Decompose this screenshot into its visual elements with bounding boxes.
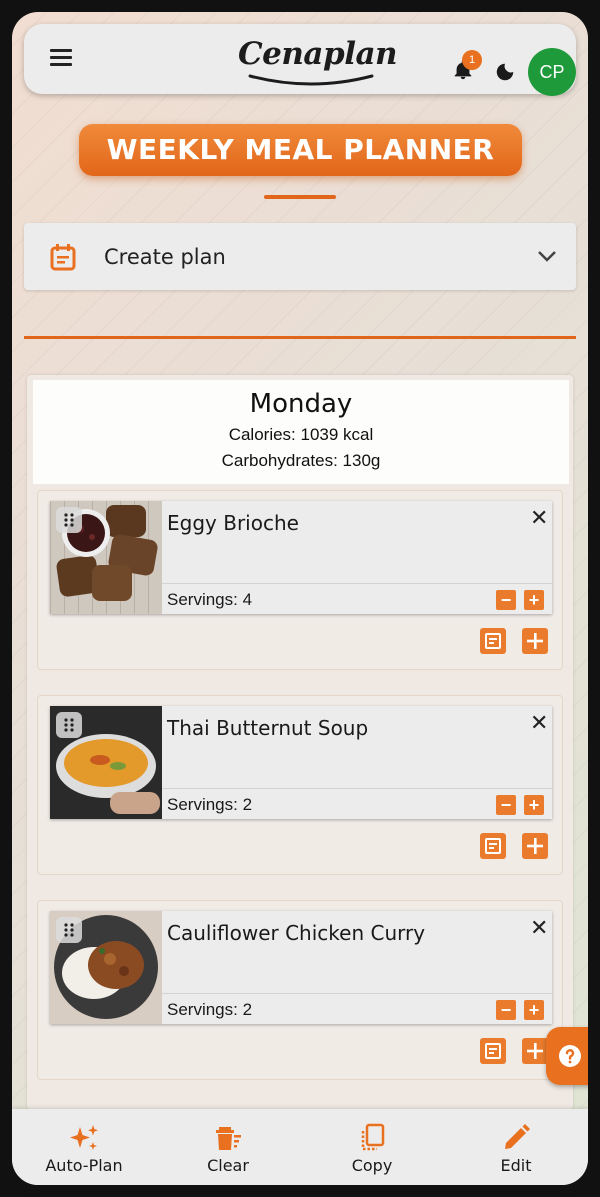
close-icon[interactable]: ✕ xyxy=(530,712,548,734)
day-card-monday: Monday Calories: 1039 kcal Carbohydrates… xyxy=(27,375,573,1110)
copy-icon xyxy=(361,1123,385,1151)
add-meal-button[interactable] xyxy=(522,1038,548,1064)
title-underline xyxy=(264,195,336,199)
meal-card[interactable]: Eggy Brioche ✕ Servings: 4 − + xyxy=(50,501,552,614)
close-icon[interactable]: ✕ xyxy=(530,507,548,529)
note-icon[interactable] xyxy=(480,628,506,654)
trash-icon xyxy=(216,1127,241,1150)
page-title: WEEKLY MEAL PLANNER xyxy=(79,124,522,176)
meal-name[interactable]: Cauliflower Chicken Curry xyxy=(167,921,425,945)
drag-handle-icon[interactable] xyxy=(56,712,82,738)
carbohydrates-stat: Carbohydrates: 130g xyxy=(221,451,381,470)
pencil-icon xyxy=(505,1124,530,1149)
day-header: Monday Calories: 1039 kcal Carbohydrates… xyxy=(33,380,569,484)
servings-label: Servings: 2 xyxy=(167,795,253,814)
logo-swoosh-icon xyxy=(248,74,374,86)
meal-name[interactable]: Eggy Brioche xyxy=(167,511,299,535)
nav-clear[interactable]: Clear xyxy=(156,1109,300,1185)
app-screen: Cenaplan 1 CP WEEKLY MEAL PLANNER Create… xyxy=(12,12,588,1185)
increase-servings-button[interactable]: + xyxy=(524,1000,544,1020)
bottom-navigation: Auto-Plan Clear Copy Edit xyxy=(12,1109,588,1185)
meal-footer: Servings: 4 − + xyxy=(162,583,552,614)
add-meal-button[interactable] xyxy=(522,833,548,859)
nav-copy[interactable]: Copy xyxy=(300,1109,444,1185)
nav-label: Clear xyxy=(207,1156,249,1175)
notification-badge: 1 xyxy=(462,50,482,70)
dark-mode-icon[interactable] xyxy=(494,61,516,83)
cauliflower-chicken-curry-photo xyxy=(50,911,162,1024)
section-divider xyxy=(24,336,576,339)
meal-footer: Servings: 2 − + xyxy=(162,788,552,819)
decrease-servings-button[interactable]: − xyxy=(496,795,516,815)
calendar-icon xyxy=(50,244,76,271)
nav-auto-plan[interactable]: Auto-Plan xyxy=(12,1109,156,1185)
thai-butternut-soup-photo xyxy=(50,706,162,819)
help-button[interactable] xyxy=(546,1027,588,1085)
nav-edit[interactable]: Edit xyxy=(444,1109,588,1185)
servings-label: Servings: 4 xyxy=(167,590,253,609)
drag-handle-icon[interactable] xyxy=(56,917,82,943)
add-meal-button[interactable] xyxy=(522,628,548,654)
device-frame: Cenaplan 1 CP WEEKLY MEAL PLANNER Create… xyxy=(0,0,600,1197)
meal-name[interactable]: Thai Butternut Soup xyxy=(167,716,368,740)
meal-slot: Thai Butternut Soup ✕ Servings: 2 − + xyxy=(37,695,563,875)
user-avatar[interactable]: CP xyxy=(528,48,576,96)
create-plan-label: Create plan xyxy=(104,245,226,269)
decrease-servings-button[interactable]: − xyxy=(496,1000,516,1020)
nav-label: Auto-Plan xyxy=(45,1156,123,1175)
decrease-servings-button[interactable]: − xyxy=(496,590,516,610)
close-icon[interactable]: ✕ xyxy=(530,917,548,939)
nav-label: Edit xyxy=(500,1156,532,1175)
top-app-bar: Cenaplan 1 CP xyxy=(24,24,576,96)
meal-card[interactable]: Cauliflower Chicken Curry ✕ Servings: 2 … xyxy=(50,911,552,1024)
chevron-down-icon[interactable] xyxy=(537,249,557,263)
meal-slot: Eggy Brioche ✕ Servings: 4 − + xyxy=(37,490,563,670)
increase-servings-button[interactable]: + xyxy=(524,795,544,815)
meal-footer: Servings: 2 − + xyxy=(162,993,552,1024)
eggy-brioche-photo xyxy=(50,501,162,614)
help-icon xyxy=(559,1045,581,1067)
drag-handle-icon[interactable] xyxy=(56,507,82,533)
create-plan-accordion[interactable]: Create plan xyxy=(24,223,576,290)
sparkles-icon xyxy=(70,1125,98,1150)
meal-card[interactable]: Thai Butternut Soup ✕ Servings: 2 − + xyxy=(50,706,552,819)
note-icon[interactable] xyxy=(480,833,506,859)
increase-servings-button[interactable]: + xyxy=(524,590,544,610)
menu-icon[interactable] xyxy=(50,49,72,67)
day-name: Monday xyxy=(249,389,353,419)
calories-stat: Calories: 1039 kcal xyxy=(228,425,374,444)
note-icon[interactable] xyxy=(480,1038,506,1064)
servings-label: Servings: 2 xyxy=(167,1000,253,1019)
nav-label: Copy xyxy=(351,1156,393,1175)
meal-slot: Cauliflower Chicken Curry ✕ Servings: 2 … xyxy=(37,900,563,1080)
